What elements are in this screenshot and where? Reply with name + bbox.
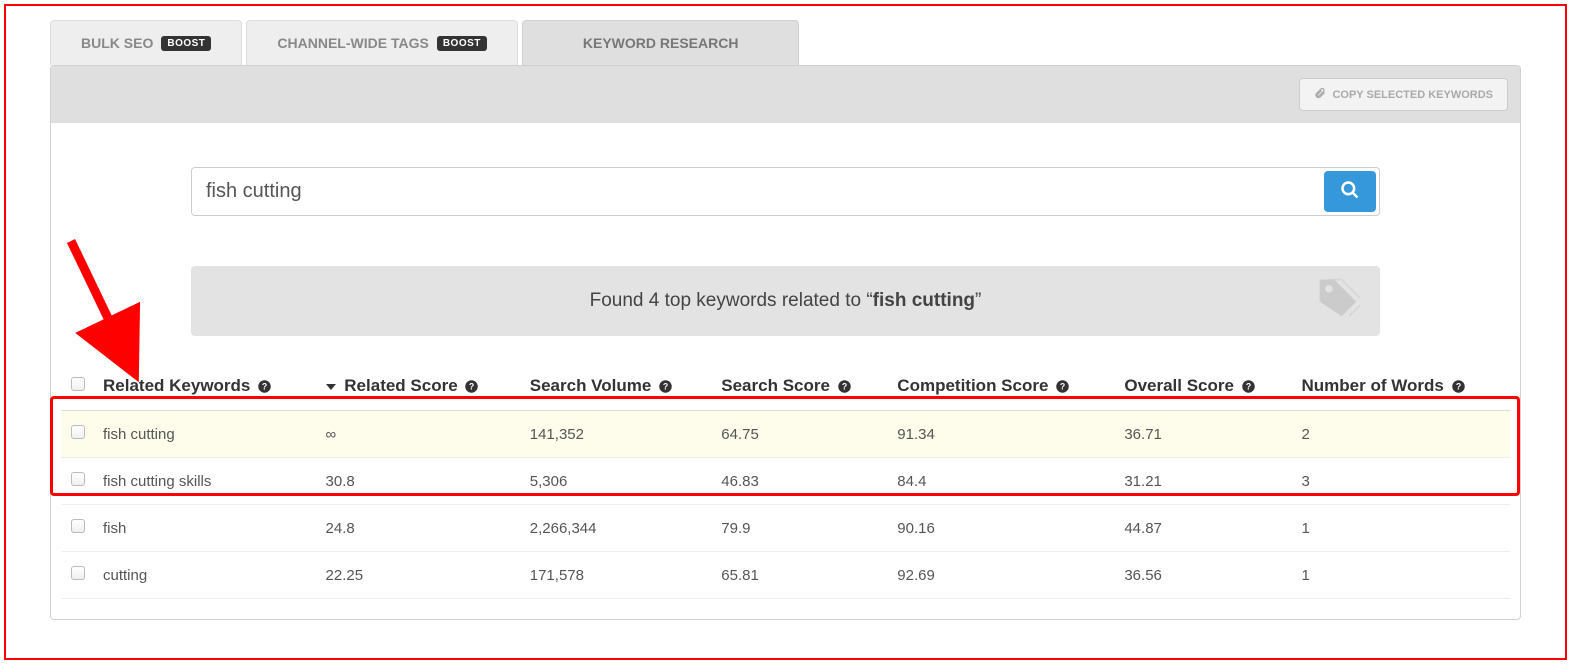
svg-text:?: ? [469, 382, 474, 392]
boost-badge: BOOST [161, 36, 211, 51]
cell-keyword: fish cutting skills [95, 458, 318, 505]
table-row: fish24.82,266,34479.990.1644.871 [61, 505, 1510, 552]
banner-term: fish cutting [873, 290, 975, 311]
cell-search-volume: 5,306 [522, 458, 714, 505]
cell-search-volume: 171,578 [522, 552, 714, 599]
keywords-table: Related Keywords ? Related Score ? Searc… [61, 366, 1510, 599]
col-search-score[interactable]: Search Score ? [713, 366, 889, 411]
cell-overall-score: 36.71 [1116, 411, 1293, 458]
svg-text:?: ? [1455, 382, 1460, 392]
col-related-score[interactable]: Related Score ? [318, 366, 522, 411]
col-search-volume[interactable]: Search Volume ? [522, 366, 714, 411]
cell-keyword: fish cutting [95, 411, 318, 458]
cell-overall-score: 31.21 [1116, 458, 1293, 505]
tab-label: BULK SEO [81, 35, 153, 51]
row-checkbox[interactable] [71, 566, 85, 580]
cell-keyword: cutting [95, 552, 318, 599]
help-icon[interactable]: ? [658, 379, 673, 394]
tab-label: KEYWORD RESEARCH [583, 35, 739, 51]
screenshot-frame: BULK SEO BOOST CHANNEL-WIDE TAGS BOOST K… [4, 4, 1567, 660]
svg-text:?: ? [842, 382, 847, 392]
banner-prefix: Found 4 top keywords related to “ [590, 290, 873, 311]
help-icon[interactable]: ? [464, 379, 479, 394]
results-banner: Found 4 top keywords related to “fish cu… [191, 266, 1380, 336]
row-checkbox[interactable] [71, 519, 85, 533]
cell-related-score: 24.8 [318, 505, 522, 552]
cell-num-words: 2 [1294, 411, 1511, 458]
cell-search-score: 46.83 [713, 458, 889, 505]
cell-num-words: 1 [1294, 505, 1511, 552]
tab-bulk-seo[interactable]: BULK SEO BOOST [50, 20, 242, 65]
tags-icon [1316, 276, 1360, 326]
tab-bar: BULK SEO BOOST CHANNEL-WIDE TAGS BOOST K… [50, 20, 1565, 65]
help-icon[interactable]: ? [1241, 379, 1256, 394]
tab-channel-wide-tags[interactable]: CHANNEL-WIDE TAGS BOOST [246, 20, 517, 65]
paperclip-icon [1314, 87, 1326, 102]
cell-search-volume: 2,266,344 [522, 505, 714, 552]
cell-overall-score: 36.56 [1116, 552, 1293, 599]
keywords-table-wrap: Related Keywords ? Related Score ? Searc… [51, 366, 1520, 619]
help-icon[interactable]: ? [257, 379, 272, 394]
copy-selected-keywords-button[interactable]: COPY SELECTED KEYWORDS [1299, 78, 1508, 111]
help-icon[interactable]: ? [1451, 379, 1466, 394]
cell-search-score: 79.9 [713, 505, 889, 552]
col-related-keywords[interactable]: Related Keywords ? [95, 366, 318, 411]
table-row: fish cutting∞141,35264.7591.3436.712 [61, 411, 1510, 458]
cell-search-score: 65.81 [713, 552, 889, 599]
select-all-checkbox[interactable] [71, 377, 85, 391]
cell-overall-score: 44.87 [1116, 505, 1293, 552]
svg-text:?: ? [663, 382, 668, 392]
col-competition-score[interactable]: Competition Score ? [889, 366, 1116, 411]
svg-text:?: ? [262, 382, 267, 392]
cell-related-score: 30.8 [318, 458, 522, 505]
col-number-of-words[interactable]: Number of Words ? [1294, 366, 1511, 411]
search-area [51, 123, 1520, 216]
toolbar: COPY SELECTED KEYWORDS [51, 66, 1520, 123]
svg-text:?: ? [1246, 382, 1251, 392]
help-icon[interactable]: ? [837, 379, 852, 394]
cell-related-score: 22.25 [318, 552, 522, 599]
banner-suffix: ” [975, 290, 981, 311]
cell-related-score: ∞ [318, 411, 522, 458]
boost-badge: BOOST [437, 36, 487, 51]
cell-competition-score: 84.4 [889, 458, 1116, 505]
copy-label: COPY SELECTED KEYWORDS [1332, 89, 1493, 101]
cell-competition-score: 91.34 [889, 411, 1116, 458]
row-checkbox[interactable] [71, 472, 85, 486]
cell-search-volume: 141,352 [522, 411, 714, 458]
cell-competition-score: 92.69 [889, 552, 1116, 599]
cell-keyword: fish [95, 505, 318, 552]
svg-text:?: ? [1060, 382, 1065, 392]
search-icon [1340, 180, 1360, 203]
col-overall-score[interactable]: Overall Score ? [1116, 366, 1293, 411]
cell-search-score: 64.75 [713, 411, 889, 458]
search-button[interactable] [1324, 171, 1376, 212]
table-row: cutting22.25171,57865.8192.6936.561 [61, 552, 1510, 599]
content-panel: COPY SELECTED KEYWORDS Found 4 top keywo… [50, 65, 1521, 620]
help-icon[interactable]: ? [1055, 379, 1070, 394]
sort-desc-icon [326, 384, 336, 390]
cell-competition-score: 90.16 [889, 505, 1116, 552]
row-checkbox[interactable] [71, 425, 85, 439]
table-row: fish cutting skills30.85,30646.8384.431.… [61, 458, 1510, 505]
table-header-row: Related Keywords ? Related Score ? Searc… [61, 366, 1510, 411]
keyword-search-input[interactable] [192, 168, 1321, 215]
cell-num-words: 1 [1294, 552, 1511, 599]
search-group [191, 167, 1380, 216]
cell-num-words: 3 [1294, 458, 1511, 505]
tab-keyword-research[interactable]: KEYWORD RESEARCH [522, 20, 800, 65]
tab-label: CHANNEL-WIDE TAGS [277, 35, 428, 51]
